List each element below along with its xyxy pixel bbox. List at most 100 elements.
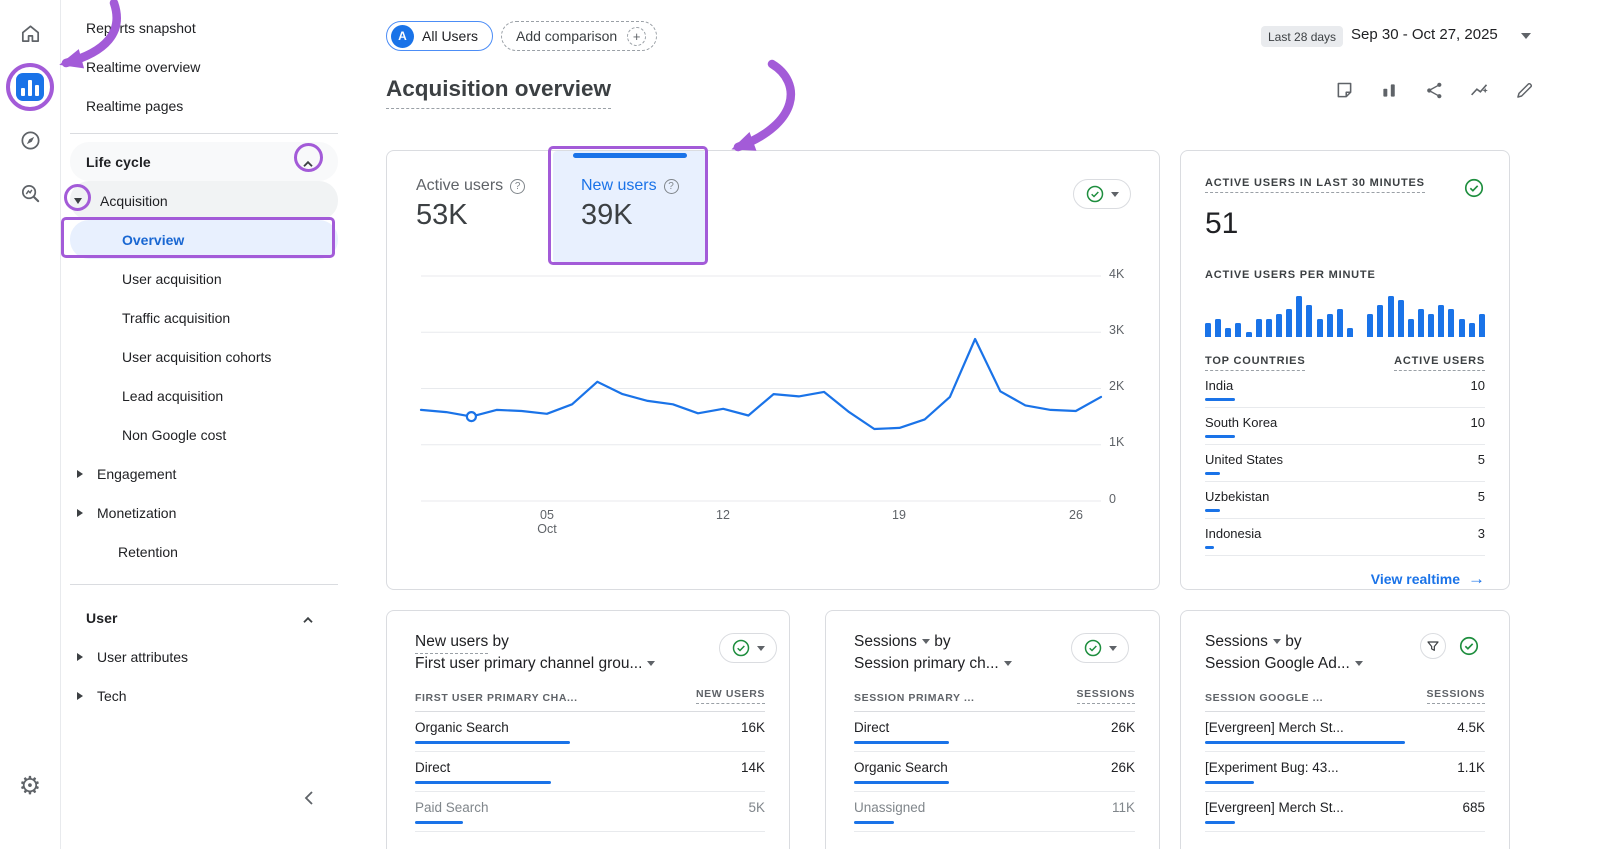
country-row: India 10 (1205, 371, 1485, 408)
y-axis-tick: 4K (1109, 267, 1145, 285)
share-icon[interactable] (1422, 78, 1446, 102)
table-row: [Evergreen] Merch St... 685 (1205, 792, 1485, 832)
metric-selector[interactable]: Sessions (1205, 633, 1268, 650)
data-quality-selector[interactable] (719, 633, 777, 663)
row-bar (854, 741, 949, 744)
row-bar (415, 741, 570, 744)
check-circle-icon[interactable] (1463, 177, 1485, 199)
insights-icon[interactable] (1467, 78, 1491, 102)
chevron-up-icon[interactable] (302, 155, 314, 171)
sidebar-item-label: User acquisition (122, 271, 222, 287)
page-title: Acquisition overview (386, 76, 611, 109)
feedback-note-icon[interactable] (1332, 78, 1356, 102)
sidebar-item-retention[interactable]: Retention (70, 532, 338, 571)
card-title: New users by (415, 631, 765, 653)
table-row: Organic Search 16K (415, 712, 765, 752)
add-comparison-label: Add comparison (516, 28, 617, 44)
chevron-right-icon (77, 470, 83, 478)
sidebar-section-life-cycle[interactable]: Life cycle (70, 142, 338, 181)
sidebar-item-traffic-acquisition[interactable]: Traffic acquisition (70, 298, 338, 337)
dimension-column-header: SESSION PRIMARY ... (854, 692, 975, 704)
view-realtime-link[interactable]: View realtime → (1205, 569, 1485, 589)
country-users: 5 (1478, 452, 1485, 467)
sidebar-item-lead-acquisition[interactable]: Lead acquisition (70, 376, 338, 415)
row-bar (1205, 821, 1235, 824)
chevron-down-icon (757, 646, 765, 651)
table-row: Direct 26K (854, 712, 1135, 752)
sidebar-item-realtime-pages[interactable]: Realtime pages (70, 86, 338, 125)
metric-selector[interactable]: Sessions (854, 633, 917, 650)
metric-label: Active users (416, 177, 503, 195)
sidebar-item-label: Reports snapshot (86, 20, 196, 36)
sidebar-item-overview[interactable]: Overview (70, 220, 338, 259)
sidebar-item-label: Monetization (97, 505, 176, 521)
country-bar (1205, 546, 1214, 549)
chevron-down-icon[interactable] (74, 198, 82, 204)
country-users: 5 (1478, 489, 1485, 504)
row-dimension: Unassigned (854, 800, 925, 815)
sidebar-item-realtime-overview[interactable]: Realtime overview (70, 47, 338, 86)
new-users-metric-tab[interactable]: New users ? 39K (553, 151, 707, 263)
sidebar-item-label: Realtime pages (86, 98, 183, 114)
chevron-down-icon[interactable] (1521, 33, 1531, 39)
sidebar-item-acquisition[interactable]: Acquisition (70, 181, 338, 220)
row-dimension: Organic Search (415, 720, 509, 735)
sidebar-item-non-google-cost[interactable]: Non Google cost (70, 415, 338, 454)
section-label: User (86, 610, 118, 626)
row-value: 11K (1112, 800, 1135, 815)
analytics-app: ⚙ Reports snapshot Realtime overview Rea… (0, 0, 1600, 849)
chevron-down-icon (1273, 639, 1281, 644)
sidebar-item-tech[interactable]: Tech (70, 676, 338, 715)
country-users: 3 (1478, 526, 1485, 541)
x-axis-tick: 05 Oct (522, 508, 572, 536)
filter-icon[interactable] (1420, 633, 1446, 659)
sidebar-item-user-acquisition-cohorts[interactable]: User acquisition cohorts (70, 337, 338, 376)
explore-icon[interactable] (12, 122, 48, 158)
add-comparison-button[interactable]: Add comparison + (501, 21, 657, 51)
home-icon[interactable] (12, 15, 48, 51)
benchmark-bars-icon[interactable] (1377, 78, 1401, 102)
chevron-down-icon (1111, 192, 1119, 197)
data-quality-selector[interactable] (1071, 633, 1129, 663)
country-bar (1205, 472, 1220, 475)
sidebar-section-user[interactable]: User (70, 598, 338, 637)
country-bar (1205, 398, 1235, 401)
active-users-metric-tab[interactable]: Active users ? 53K (416, 151, 546, 263)
row-bar (1205, 781, 1254, 784)
chevron-up-icon[interactable] (302, 611, 314, 627)
reports-icon[interactable] (12, 69, 48, 105)
row-value: 26K (1111, 720, 1135, 735)
advertising-icon[interactable] (12, 175, 48, 211)
arrow-right-icon: → (1468, 569, 1485, 589)
chevron-right-icon (77, 509, 83, 517)
sidebar-item-label: Non Google cost (122, 427, 226, 443)
check-circle-icon (1083, 638, 1103, 658)
sidebar-item-user-acquisition[interactable]: User acquisition (70, 259, 338, 298)
all-users-segment-chip[interactable]: A All Users (386, 21, 493, 51)
admin-settings-icon[interactable]: ⚙ (12, 768, 48, 804)
row-dimension: Direct (415, 760, 450, 775)
row-value: 14K (741, 760, 765, 775)
selected-tab-indicator (573, 153, 687, 158)
edit-pencil-icon[interactable] (1512, 78, 1536, 102)
dimension-column-header: SESSION GOOGLE ... (1205, 692, 1323, 704)
realtime-title: ACTIVE USERS IN LAST 30 MINUTES (1205, 177, 1425, 193)
sidebar-item-reports-snapshot[interactable]: Reports snapshot (70, 8, 338, 47)
x-axis-tick: 19 (874, 508, 924, 522)
metric-selector[interactable]: New users (415, 633, 488, 654)
date-range-selector[interactable]: Sep 30 - Oct 27, 2025 (1351, 26, 1498, 43)
help-icon[interactable]: ? (510, 179, 525, 194)
segment-label: All Users (422, 28, 478, 44)
sidebar-item-monetization[interactable]: Monetization (70, 493, 338, 532)
sidebar-item-engagement[interactable]: Engagement (70, 454, 338, 493)
y-axis-tick: 0 (1109, 492, 1145, 510)
sessions-by-google-ads-card: Sessions by Session Google Ad... SESSION… (1180, 610, 1510, 849)
dimension-selector[interactable]: First user primary channel grou... (415, 653, 765, 675)
help-icon[interactable]: ? (664, 179, 679, 194)
sidebar-item-user-attributes[interactable]: User attributes (70, 637, 338, 676)
check-circle-icon[interactable] (1456, 633, 1482, 659)
row-bar (415, 821, 463, 824)
chevron-down-icon (647, 661, 655, 666)
collapse-sidebar-icon[interactable] (294, 783, 324, 813)
data-quality-selector[interactable] (1073, 179, 1131, 209)
